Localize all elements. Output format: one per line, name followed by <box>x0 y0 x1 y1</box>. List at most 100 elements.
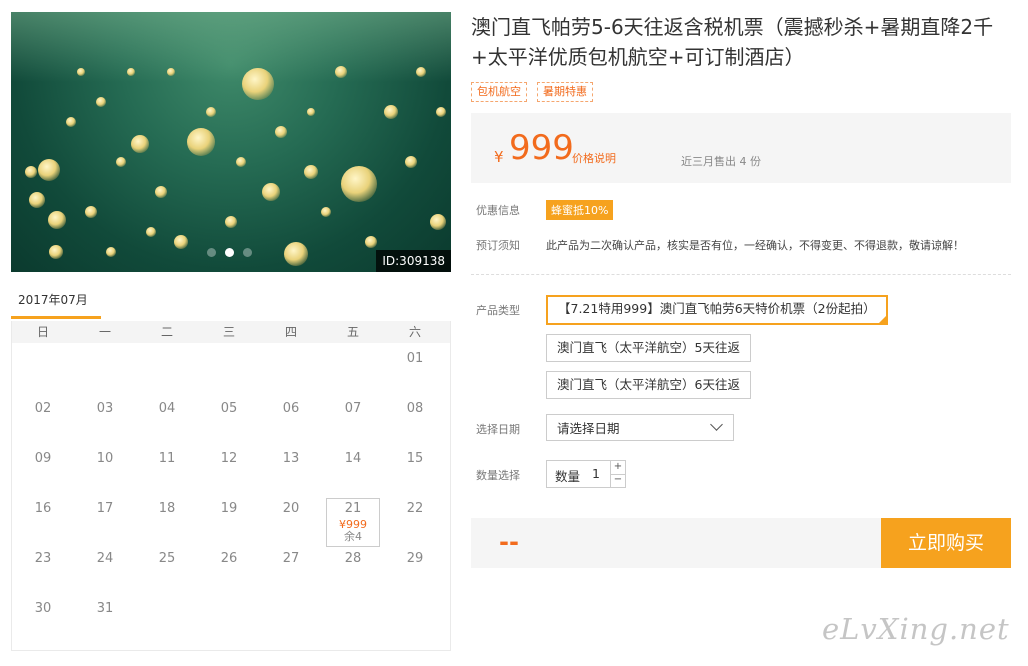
jellyfish <box>341 166 377 202</box>
calendar-empty-cell <box>198 343 260 393</box>
calendar-day: 01 <box>384 343 446 393</box>
carousel-dot[interactable] <box>207 248 216 257</box>
total-bar: -- <box>471 518 881 568</box>
quantity-stepper[interactable]: 数量 1 + − <box>546 460 626 488</box>
quantity-value[interactable]: 1 <box>592 466 600 481</box>
increment-button[interactable]: + <box>610 461 625 475</box>
day-number: 07 <box>344 401 362 416</box>
watermark: eLvXing.net <box>822 612 1010 646</box>
calendar-day: 26 <box>198 543 260 593</box>
jellyfish <box>155 186 167 198</box>
day-number: 31 <box>96 601 114 616</box>
jellyfish <box>262 183 280 201</box>
jellyfish <box>66 117 76 127</box>
product-option-selected[interactable]: 【7.21特用999】澳门直飞帕劳6天特价机票（2份起拍） <box>546 295 888 325</box>
jellyfish <box>131 135 149 153</box>
day-number: 26 <box>220 551 238 566</box>
calendar-day: 03 <box>74 393 136 443</box>
weekday-label: 六 <box>408 325 421 339</box>
day-number: 29 <box>406 551 424 566</box>
calendar-day: 07 <box>322 393 384 443</box>
product-image-carousel[interactable]: ID:309138 <box>11 12 451 272</box>
jellyfish <box>284 242 308 266</box>
jellyfish <box>242 68 274 100</box>
jellyfish <box>304 165 318 179</box>
day-number: 10 <box>96 451 114 466</box>
jellyfish <box>29 192 45 208</box>
day-number: 30 <box>34 601 52 616</box>
price-note-link[interactable]: 价格说明 <box>572 150 616 166</box>
date-select-value: 请选择日期 <box>557 421 620 436</box>
product-tags: 包机航空 暑期特惠 <box>471 82 593 102</box>
quantity-text: 数量 <box>555 469 581 484</box>
jellyfish <box>187 128 215 156</box>
weekday-label: 三 <box>222 325 235 339</box>
carousel-dot[interactable] <box>243 248 252 257</box>
day-number: 09 <box>34 451 52 466</box>
day-number: 12 <box>220 451 238 466</box>
calendar-day: 19 <box>198 493 260 543</box>
decrement-button[interactable]: − <box>610 474 625 487</box>
calendar: 日 一 二 三 四 五 六 01 02 03 04 05 06 07 08 09 10 11 12 13 14 15 16… <box>11 321 451 651</box>
selected-check-icon <box>878 316 886 323</box>
jellyfish <box>48 211 66 229</box>
jellyfish <box>321 207 331 217</box>
jellyfish <box>25 166 37 178</box>
total-price: -- <box>499 528 519 556</box>
calendar-empty-cell <box>136 343 198 393</box>
day-number: 16 <box>34 501 52 516</box>
jellyfish <box>96 97 106 107</box>
jellyfish <box>430 214 446 230</box>
calendar-day: 14 <box>322 443 384 493</box>
buy-now-button[interactable]: 立即购买 <box>881 518 1011 568</box>
currency-symbol: ¥ <box>494 148 504 166</box>
jellyfish <box>38 159 60 181</box>
jellyfish <box>167 68 175 76</box>
day-number: 23 <box>34 551 52 566</box>
weekday-label: 日 <box>36 325 49 339</box>
day-number: 04 <box>158 401 176 416</box>
calendar-day: 15 <box>384 443 446 493</box>
calendar-day: 13 <box>260 443 322 493</box>
product-option[interactable]: 澳门直飞（太平洋航空）6天往返 <box>546 371 751 399</box>
calendar-month-tab[interactable]: 2017年07月 <box>11 288 101 319</box>
calendar-day: 16 <box>12 493 74 543</box>
sold-count: 近三月售出 4 份 <box>681 155 761 168</box>
product-option-label: 【7.21特用999】澳门直飞帕劳6天特价机票（2份起拍） <box>558 301 876 316</box>
jellyfish <box>436 107 446 117</box>
calendar-header: 2017年07月 <box>11 288 451 322</box>
day-number: 21 <box>344 501 362 516</box>
day-number: 19 <box>220 501 238 516</box>
product-option-label: 澳门直飞（太平洋航空）6天往返 <box>557 377 740 392</box>
price-box: ¥ 999 价格说明 近三月售出 4 份 <box>471 113 1011 183</box>
price-value: 999 <box>509 128 574 168</box>
calendar-day: 23 <box>12 543 74 593</box>
notice-text: 此产品为二次确认产品，核实是否有位，一经确认，不得变更、不得退款，敬请谅解！ <box>546 239 964 252</box>
day-number: 18 <box>158 501 176 516</box>
calendar-day: 29 <box>384 543 446 593</box>
chevron-down-icon <box>710 418 723 431</box>
calendar-day: 05 <box>198 393 260 443</box>
date-select[interactable]: 请选择日期 <box>546 414 734 441</box>
jellyfish <box>49 245 63 259</box>
calendar-day: 12 <box>198 443 260 493</box>
calendar-empty-cell <box>322 343 384 393</box>
day-number: 02 <box>34 401 52 416</box>
divider <box>471 274 1011 275</box>
notice-label: 预订须知 <box>476 239 520 252</box>
product-title: 澳门直飞帕劳5-6天往返含税机票（震撼秒杀+暑期直降2千+太平洋优质包机航空+可… <box>471 15 994 69</box>
calendar-day: 08 <box>384 393 446 443</box>
day-number: 05 <box>220 401 238 416</box>
product-option[interactable]: 澳门直飞（太平洋航空）5天往返 <box>546 334 751 362</box>
weekday-label: 五 <box>346 325 359 339</box>
calendar-day-available[interactable]: 21 ¥999 余4 <box>322 493 384 547</box>
promo-label: 优惠信息 <box>476 204 520 217</box>
calendar-day: 28 <box>322 543 384 593</box>
calendar-days: 01 02 03 04 05 06 07 08 09 10 11 12 13 14 15 16 17 18 19 20… <box>12 343 450 643</box>
day-number: 27 <box>282 551 300 566</box>
calendar-day: 11 <box>136 443 198 493</box>
carousel-dot-active[interactable] <box>225 248 234 257</box>
jellyfish <box>365 236 377 248</box>
calendar-day: 06 <box>260 393 322 443</box>
day-number: 01 <box>406 351 424 366</box>
